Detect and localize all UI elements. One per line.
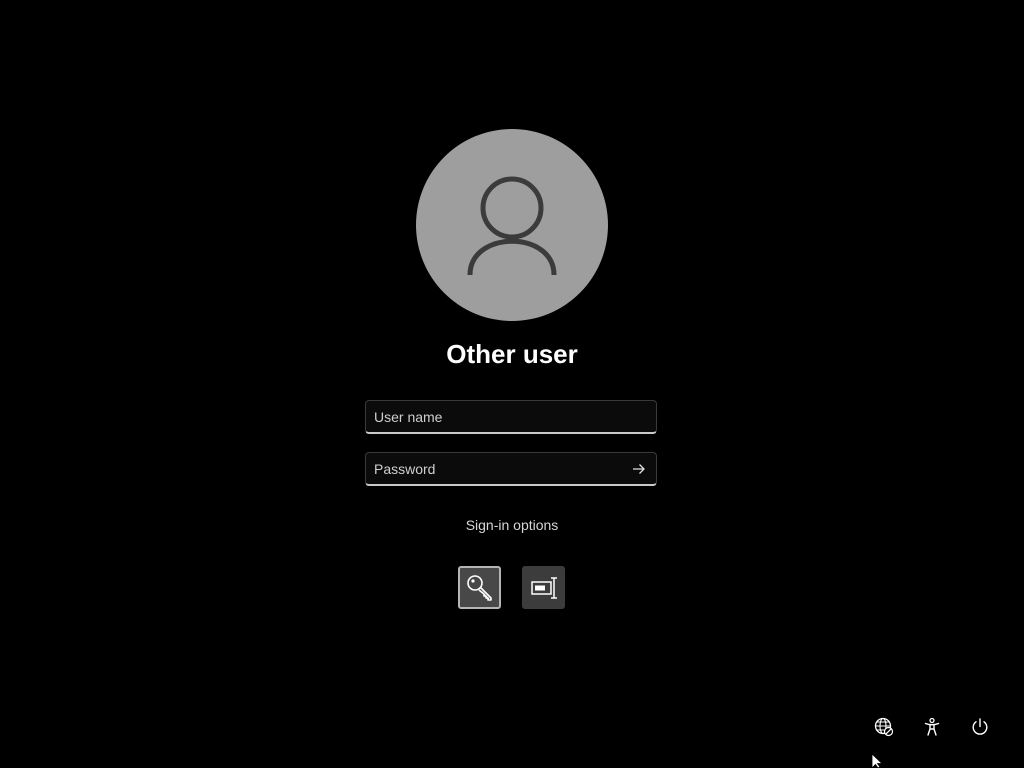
password-field[interactable]: [365, 452, 657, 486]
network-icon: [874, 717, 894, 737]
power-button[interactable]: [969, 716, 991, 738]
signin-option-smart-card[interactable]: [522, 566, 565, 609]
smart-card-icon: [530, 576, 557, 599]
accessibility-icon: [924, 717, 940, 736]
username-input[interactable]: [366, 401, 656, 432]
submit-button[interactable]: [630, 460, 648, 478]
signin-options-link[interactable]: Sign-in options: [412, 516, 612, 534]
username-field[interactable]: [365, 400, 657, 434]
user-silhouette-icon: [467, 176, 557, 276]
accessibility-button[interactable]: [921, 716, 943, 738]
mouse-cursor-icon: [871, 754, 884, 768]
network-button[interactable]: [873, 716, 895, 738]
lock-screen: Other user Sign-in options: [0, 0, 1024, 768]
avatar: [416, 129, 608, 321]
arrow-right-icon: [633, 464, 645, 474]
password-input[interactable]: [366, 453, 656, 484]
password-key-icon: [466, 574, 492, 601]
signin-option-password[interactable]: [458, 566, 501, 609]
power-icon: [972, 718, 988, 735]
user-title: Other user: [446, 339, 578, 369]
